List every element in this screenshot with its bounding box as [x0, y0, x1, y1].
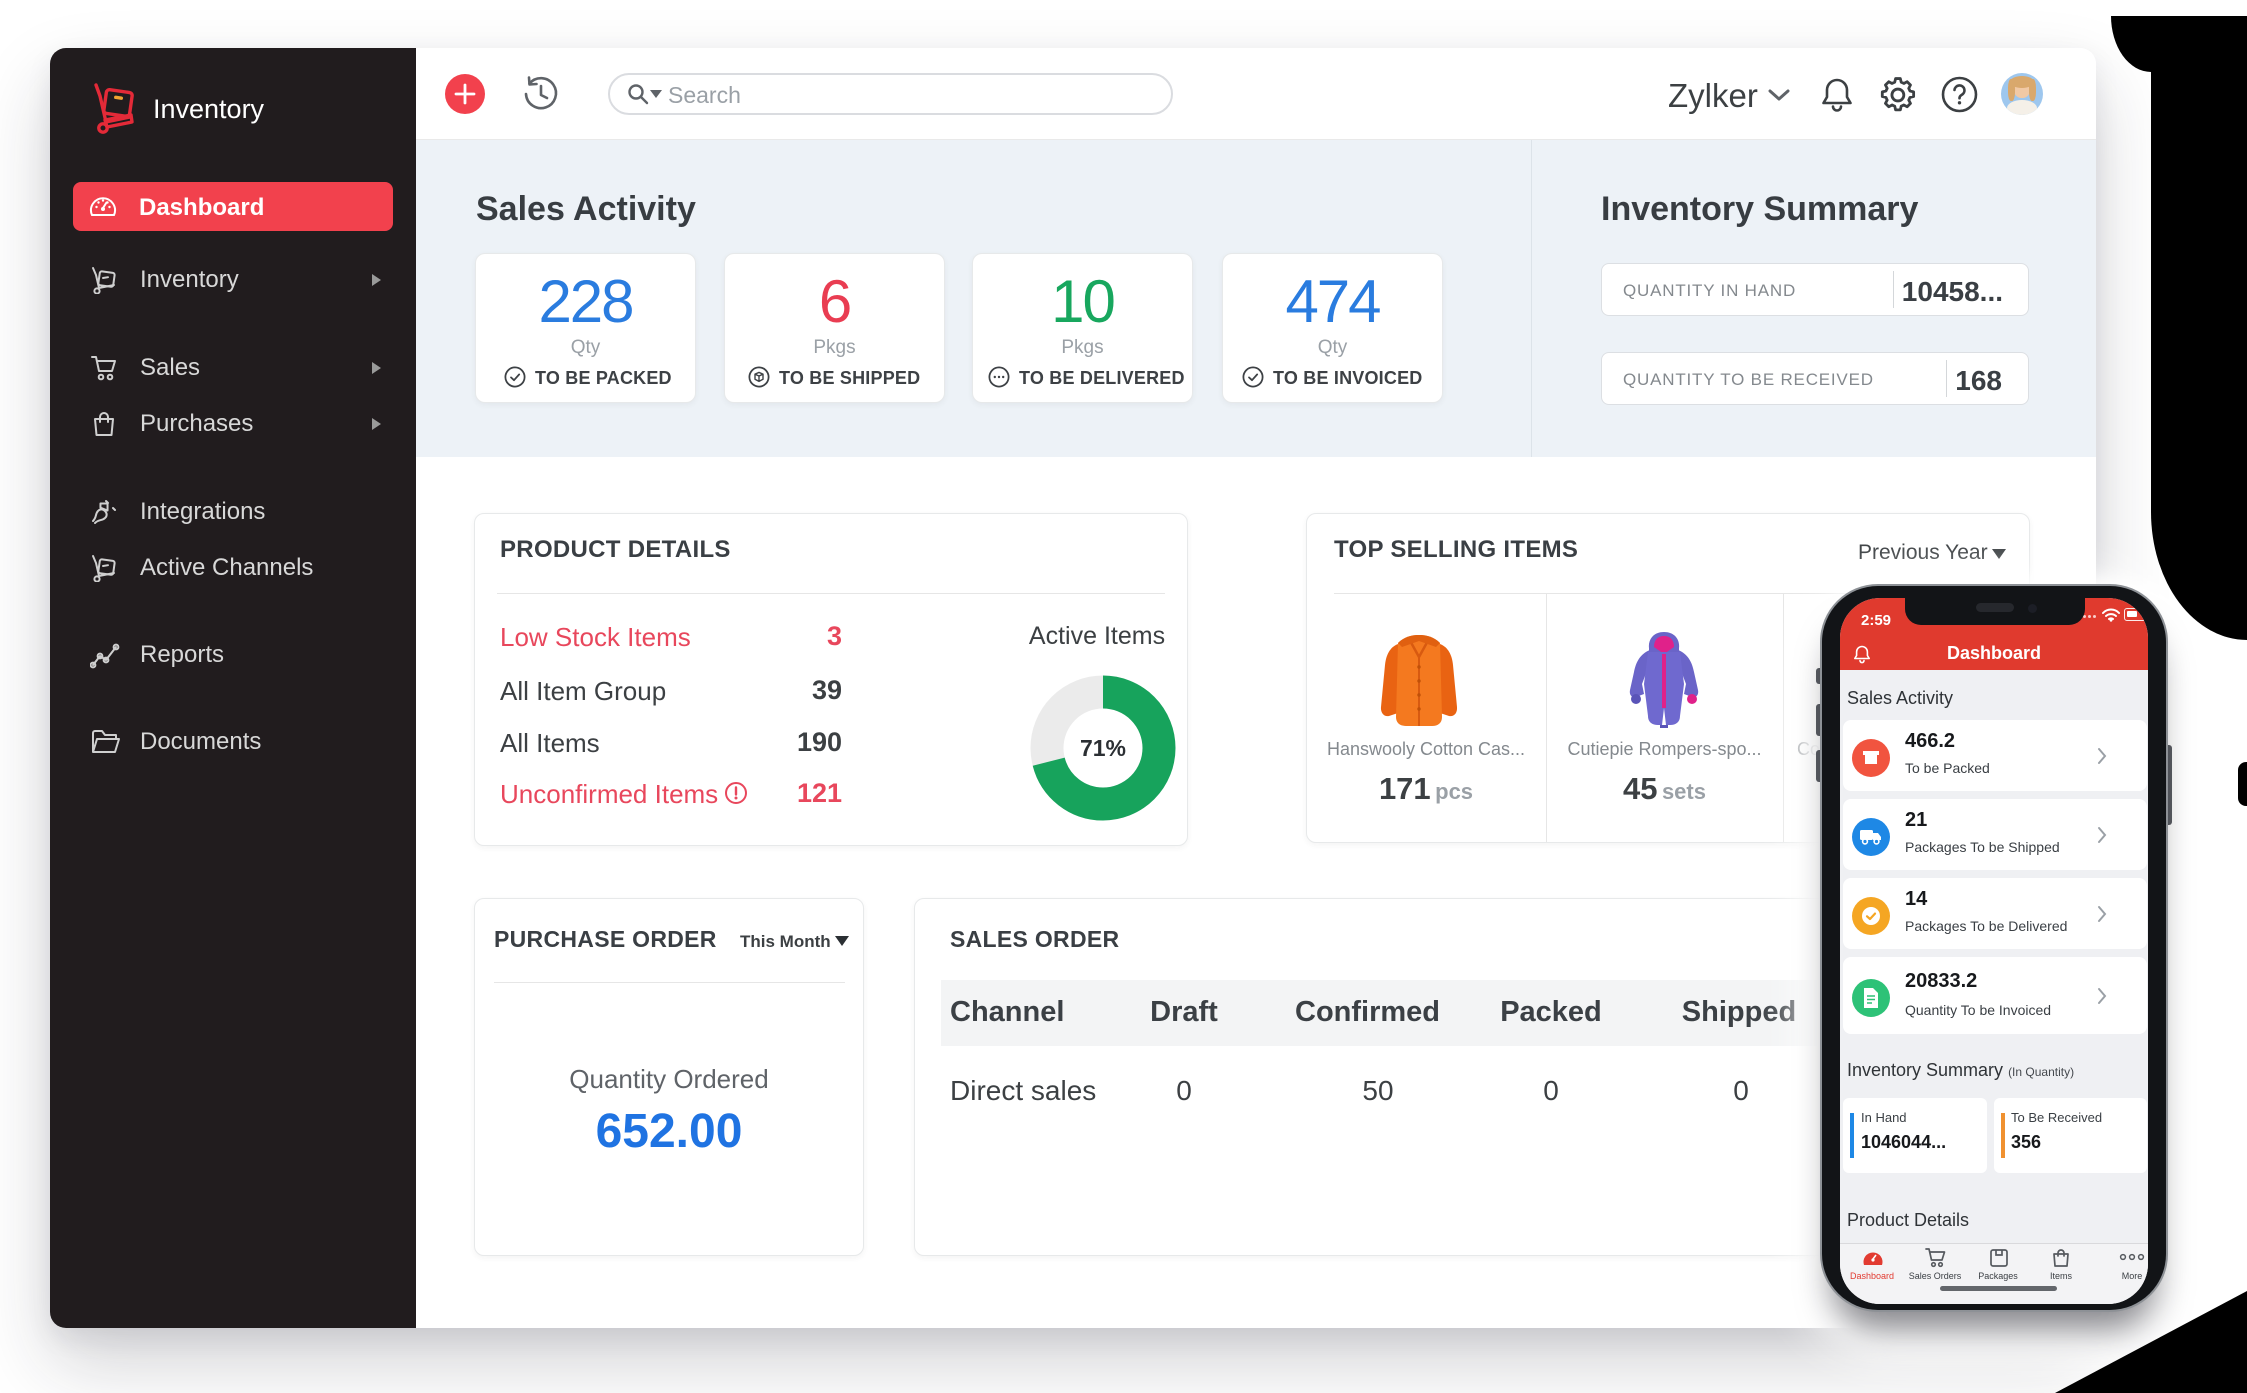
svg-text:71%: 71%	[1080, 735, 1126, 761]
